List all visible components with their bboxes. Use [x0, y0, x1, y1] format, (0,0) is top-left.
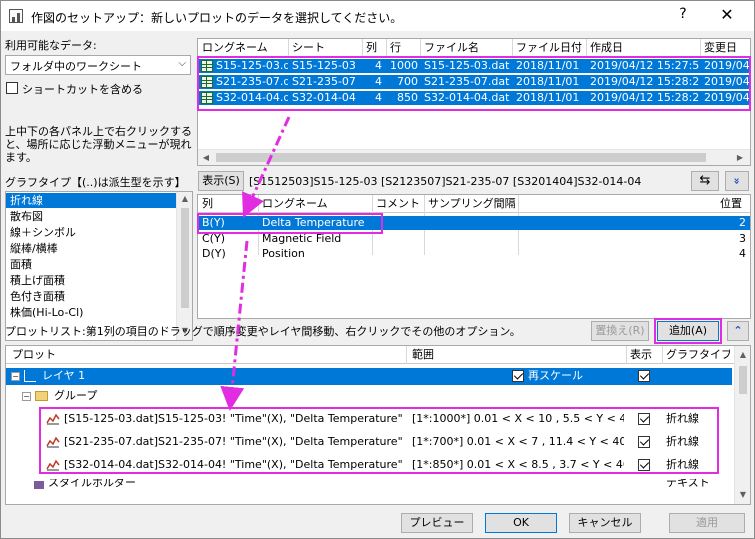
ok-button[interactable]: OK — [485, 513, 557, 533]
apply-button[interactable]: 適用 — [669, 513, 745, 533]
cancel-button[interactable]: キャンセル — [569, 513, 641, 533]
preview-button[interactable]: プレビュー — [401, 513, 473, 533]
annotation-arrows — [220, 116, 291, 411]
plot-setup-dialog: 作図のセットアップ：新しいプロットのデータを選択してください。 ? ✕ 利用可能… — [0, 0, 755, 539]
